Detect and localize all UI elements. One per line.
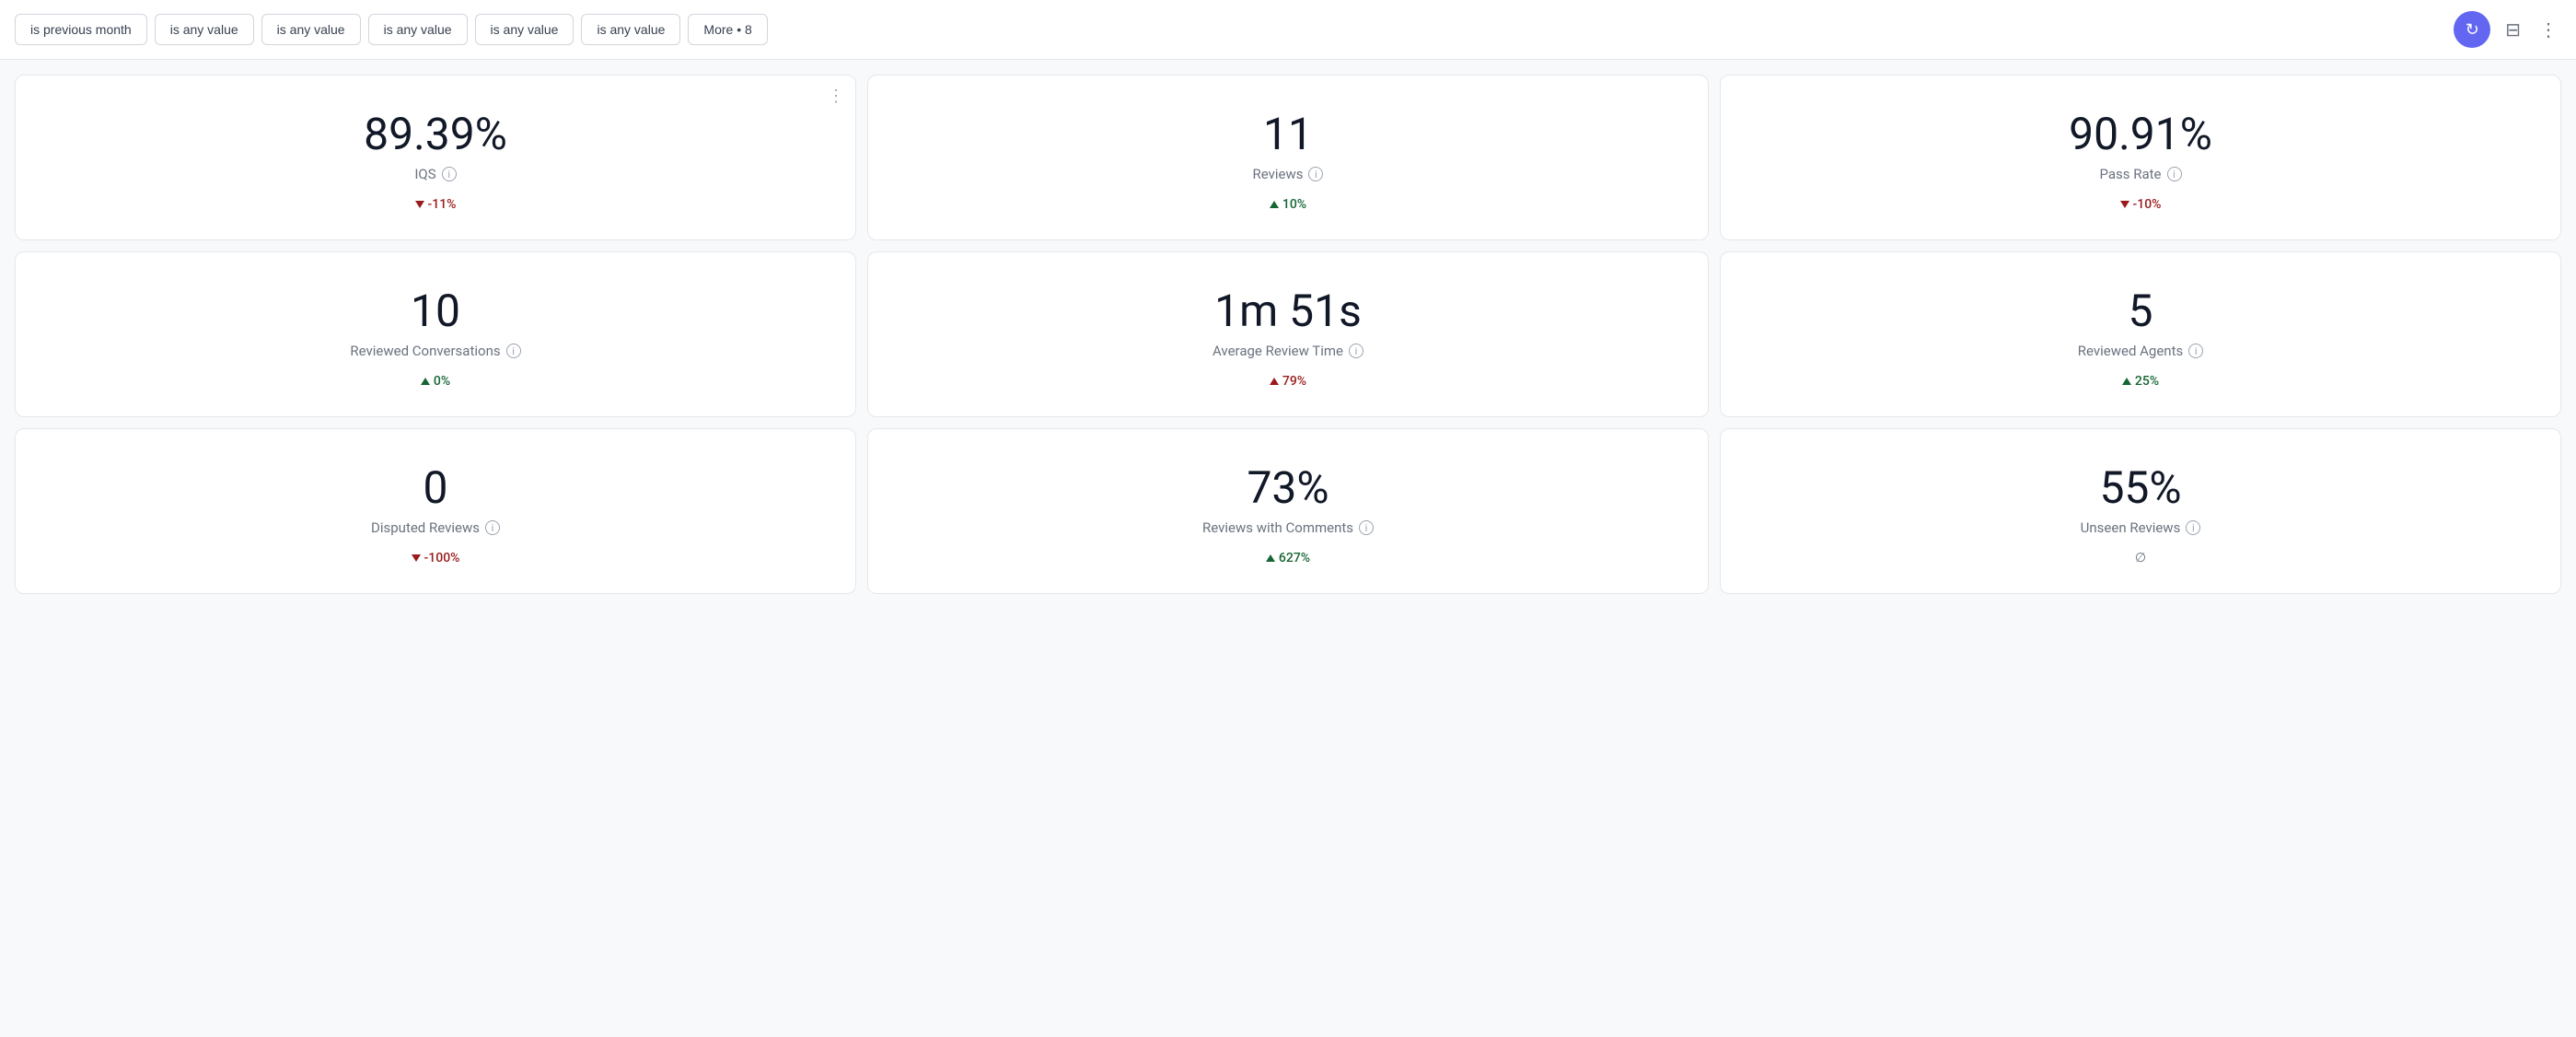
change-value: 25%: [2135, 374, 2159, 389]
more-options-button[interactable]: ⋮: [2535, 15, 2561, 45]
metric-label-text: Pass Rate: [2099, 166, 2161, 182]
filter-icon: ⊟: [2505, 20, 2521, 41]
metric-value: 90.91%: [2069, 111, 2212, 159]
arrow-down-icon: [2120, 201, 2129, 208]
info-icon[interactable]: i: [442, 167, 457, 181]
metric-value: 11: [1263, 111, 1313, 159]
metric-label: Reviewed Agents i: [2078, 343, 2203, 359]
metric-label-text: Disputed Reviews: [371, 519, 480, 536]
metric-change: 79%: [1270, 374, 1306, 389]
filter-bar: is previous month is any value is any va…: [0, 0, 2576, 60]
change-value: 79%: [1282, 374, 1306, 389]
info-icon[interactable]: i: [1308, 167, 1323, 181]
change-value: 627%: [1279, 551, 1310, 565]
arrow-up-icon: [1270, 378, 1279, 385]
metric-label: Reviews i: [1253, 166, 1324, 182]
metric-label-text: Reviewed Conversations: [350, 343, 500, 359]
refresh-button[interactable]: ↻: [2454, 11, 2490, 48]
metric-card-average-review-time: 1m 51s Average Review Time i 79%: [867, 251, 1709, 417]
filter-button-4[interactable]: is any value: [368, 14, 468, 45]
metric-change: ∅: [2135, 551, 2146, 565]
metric-label: Average Review Time i: [1213, 343, 1363, 359]
metric-value: 10: [411, 287, 460, 336]
metric-value: 89.39%: [364, 111, 507, 159]
arrow-up-icon: [1270, 201, 1279, 208]
refresh-icon: ↻: [2466, 20, 2479, 40]
info-icon[interactable]: i: [1349, 344, 1363, 358]
arrow-up-icon: [421, 378, 430, 385]
metric-label: Unseen Reviews i: [2081, 519, 2201, 536]
arrow-up-icon: [2122, 378, 2131, 385]
filter-button-3[interactable]: is any value: [261, 14, 361, 45]
metric-card-reviews-with-comments: 73% Reviews with Comments i 627%: [867, 428, 1709, 594]
card-menu-button[interactable]: ⋮: [828, 87, 844, 106]
metric-label-text: Average Review Time: [1213, 343, 1343, 359]
metric-card-pass-rate: 90.91% Pass Rate i -10%: [1720, 75, 2561, 240]
metric-card-iqs: ⋮ 89.39% IQS i -11%: [15, 75, 856, 240]
arrow-down-icon: [415, 201, 424, 208]
change-value: -100%: [424, 551, 460, 565]
info-icon[interactable]: i: [2188, 344, 2203, 358]
filter-icon-button[interactable]: ⊟: [2501, 15, 2524, 45]
metric-change: -11%: [415, 197, 457, 212]
metric-change: 627%: [1266, 551, 1310, 565]
metric-label: Reviewed Conversations i: [350, 343, 520, 359]
metric-change: 0%: [421, 374, 450, 389]
metric-card-reviews: 11 Reviews i 10%: [867, 75, 1709, 240]
info-icon[interactable]: i: [2186, 520, 2200, 535]
metrics-grid: ⋮ 89.39% IQS i -11% 11 Reviews i 10%: [0, 60, 2576, 609]
metric-card-reviewed-conversations: 10 Reviewed Conversations i 0%: [15, 251, 856, 417]
metric-change: 10%: [1270, 197, 1306, 212]
filter-button-5[interactable]: is any value: [475, 14, 574, 45]
change-value: 10%: [1282, 197, 1306, 212]
metric-label-text: Reviews: [1253, 166, 1304, 182]
metric-label-text: Reviewed Agents: [2078, 343, 2183, 359]
info-icon[interactable]: i: [506, 344, 521, 358]
metric-change: -100%: [412, 551, 460, 565]
date-filter-button[interactable]: is previous month: [15, 14, 147, 45]
metric-card-reviewed-agents: 5 Reviewed Agents i 25%: [1720, 251, 2561, 417]
metric-label: Pass Rate i: [2099, 166, 2181, 182]
metric-card-disputed-reviews: 0 Disputed Reviews i -100%: [15, 428, 856, 594]
metric-value: 55%: [2099, 464, 2181, 513]
arrow-up-icon: [1266, 554, 1275, 562]
metric-change: 25%: [2122, 374, 2159, 389]
info-icon[interactable]: i: [2167, 167, 2182, 181]
filter-button-6[interactable]: is any value: [581, 14, 680, 45]
change-value: ∅: [2135, 551, 2146, 565]
metric-value: 5: [2129, 287, 2153, 336]
info-icon[interactable]: i: [1359, 520, 1374, 535]
metric-label: IQS i: [414, 166, 456, 182]
more-vert-icon: ⋮: [2539, 20, 2558, 41]
change-value: -10%: [2133, 197, 2162, 212]
metric-label-text: Reviews with Comments: [1202, 519, 1353, 536]
change-value: -11%: [428, 197, 457, 212]
arrow-down-icon: [412, 554, 421, 562]
metric-value: 73%: [1247, 464, 1329, 513]
metric-value: 1m 51s: [1214, 287, 1362, 336]
more-filters-button[interactable]: More • 8: [688, 14, 767, 45]
metric-change: -10%: [2120, 197, 2162, 212]
metric-label: Disputed Reviews i: [371, 519, 500, 536]
metric-label-text: IQS: [414, 166, 435, 182]
toolbar-icons: ↻ ⊟ ⋮: [2454, 11, 2561, 48]
change-value: 0%: [434, 374, 450, 389]
metric-value: 0: [424, 464, 448, 513]
metric-card-unseen-reviews: 55% Unseen Reviews i ∅: [1720, 428, 2561, 594]
filter-button-2[interactable]: is any value: [155, 14, 254, 45]
info-icon[interactable]: i: [485, 520, 500, 535]
metric-label: Reviews with Comments i: [1202, 519, 1374, 536]
metric-label-text: Unseen Reviews: [2081, 519, 2181, 536]
